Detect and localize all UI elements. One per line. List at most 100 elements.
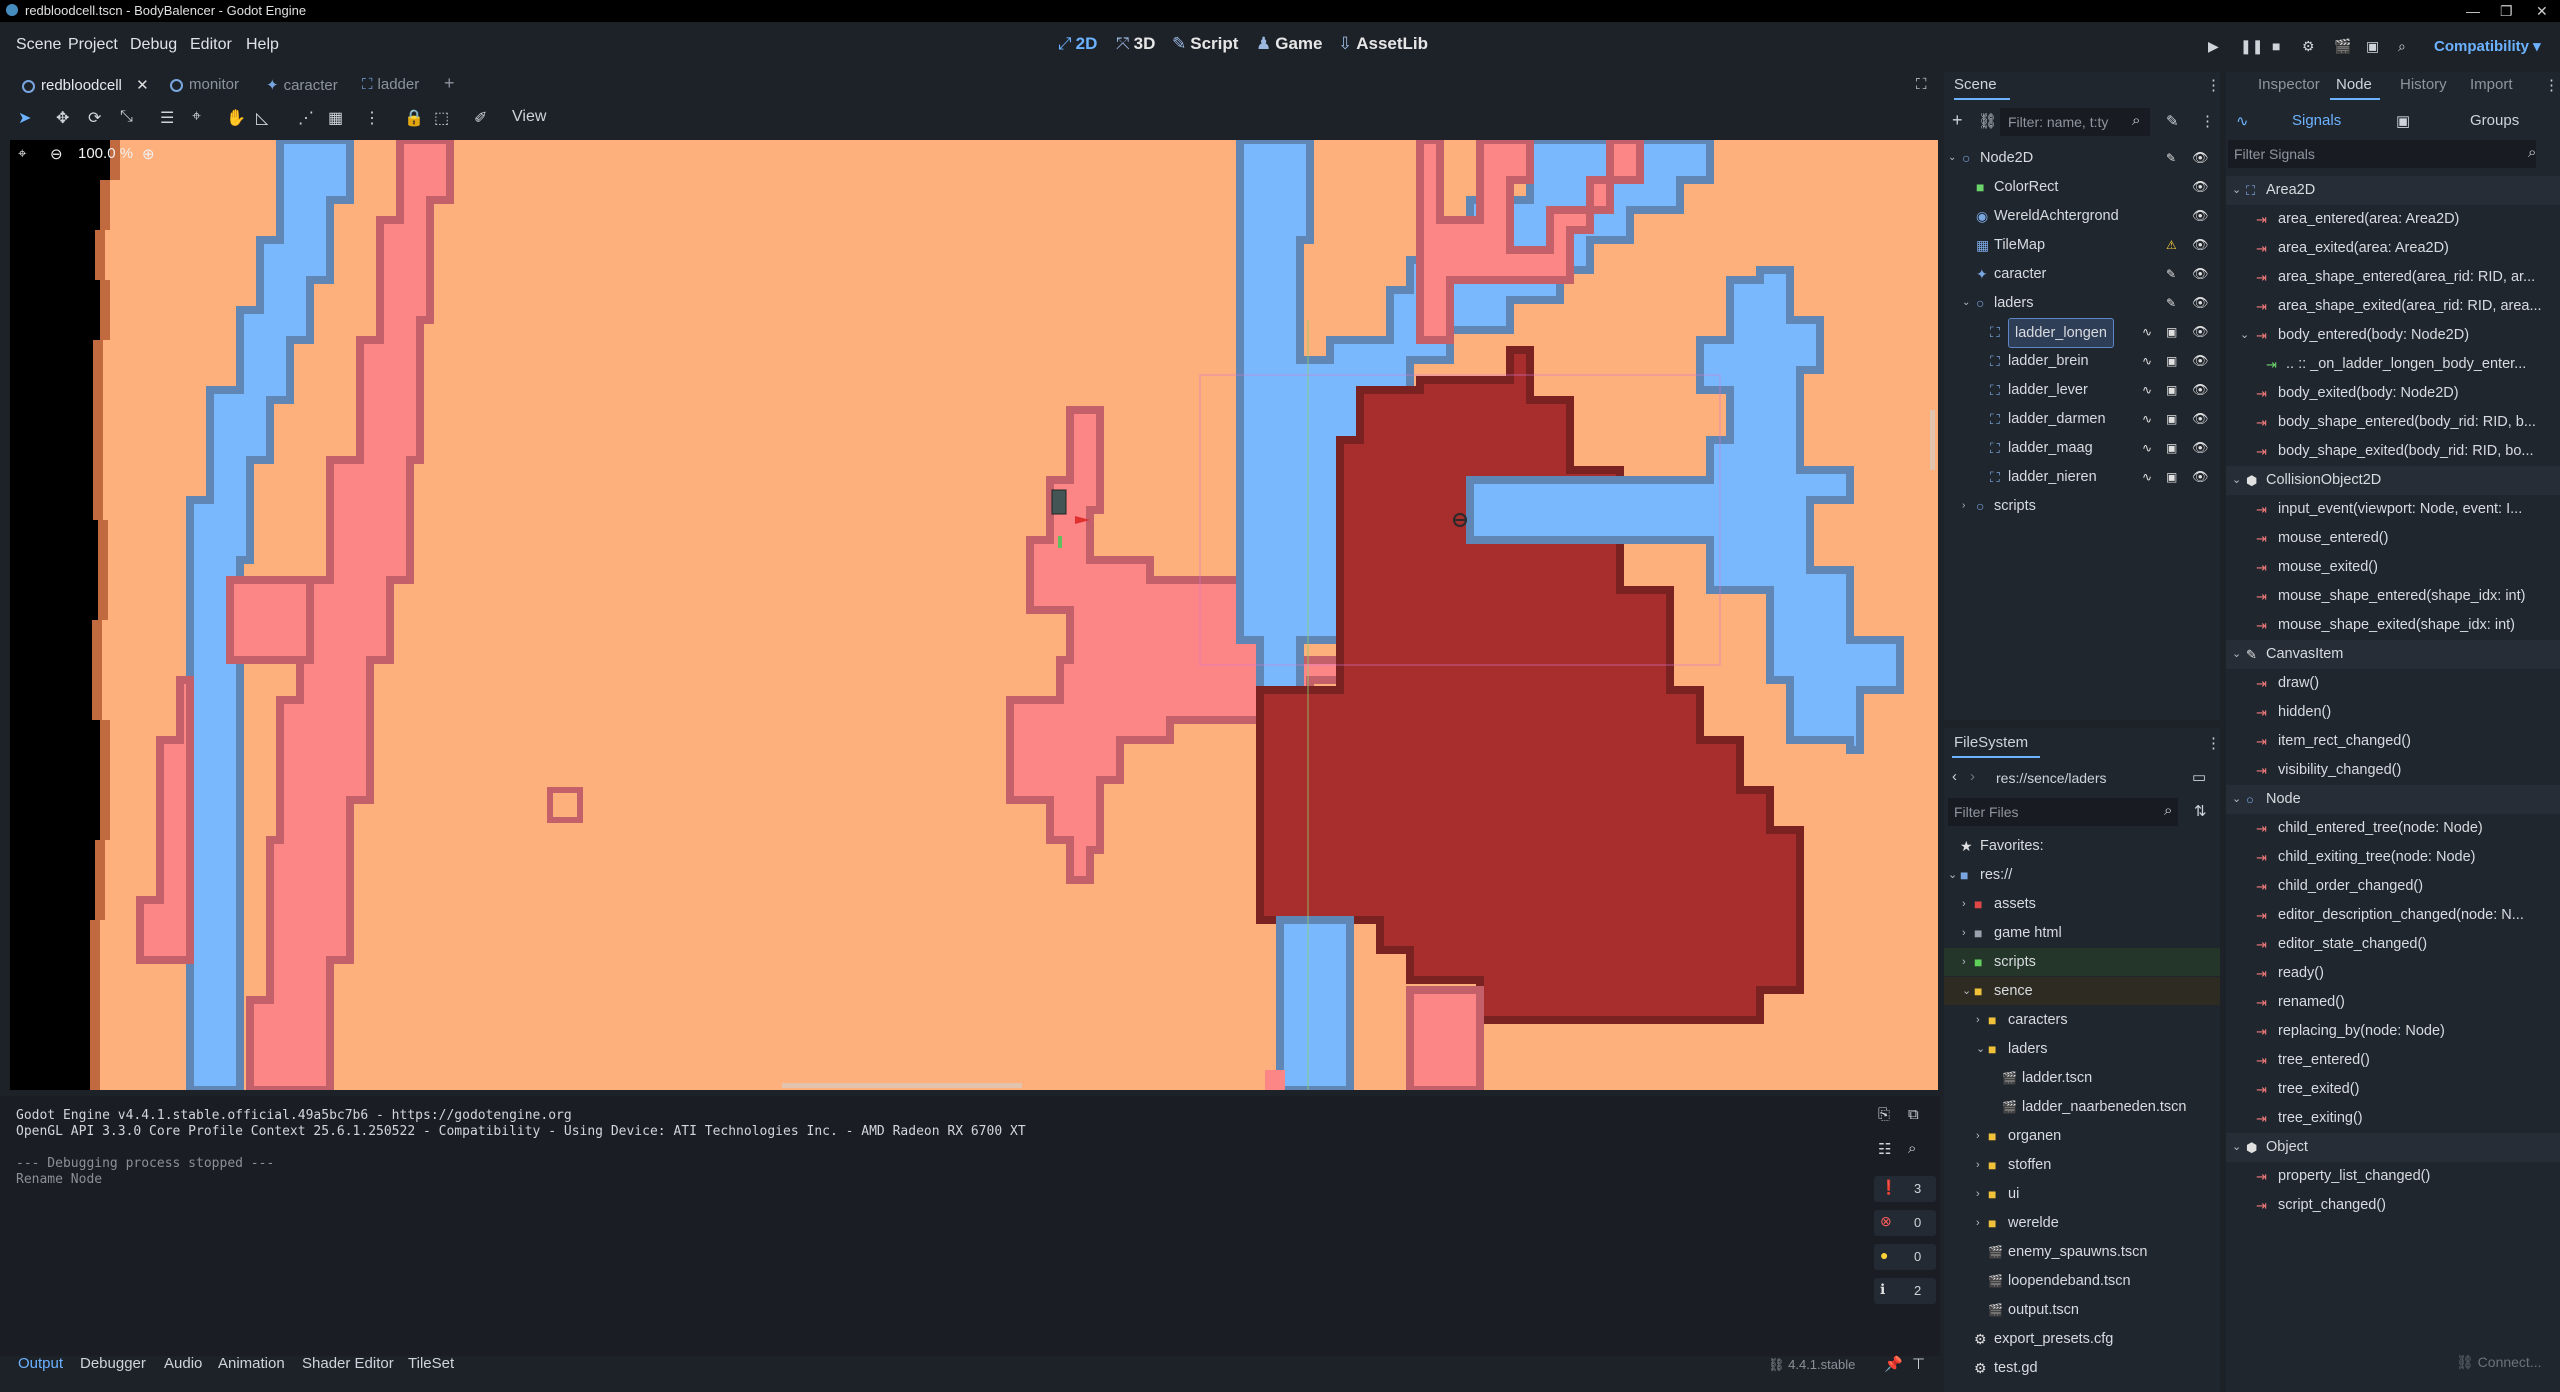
file-tree-item[interactable]: 🎬 ladder.tscn (1944, 1064, 2220, 1092)
group-icon[interactable]: ⬚ (434, 108, 449, 128)
visibility-eye-icon[interactable]: 👁 (2192, 173, 2209, 201)
copy-icon[interactable]: ⎘ (1878, 1106, 1890, 1123)
play-custom-icon[interactable]: ⌕ (2398, 38, 2406, 55)
signals-icon[interactable]: ∿ (2142, 434, 2152, 462)
visibility-eye-icon[interactable]: 👁 (2192, 405, 2209, 433)
signals-icon[interactable]: ∿ (2142, 318, 2152, 346)
chevron-right-icon[interactable]: › (1962, 919, 1966, 947)
path-field[interactable]: res://sence/laders (1996, 770, 2107, 786)
file-tree-item[interactable]: 🎬 enemy_spauwns.tscn (1944, 1238, 2220, 1266)
remote-debug-icon[interactable]: ⚙ (2302, 38, 2315, 55)
file-tree-item[interactable]: › ■ assets (1944, 890, 2220, 918)
signal-item[interactable]: ⇥ body_shape_exited(body_rid: RID, bo... (2226, 437, 2560, 466)
workspace-2d[interactable]: ⤢ 2D (1058, 34, 1097, 54)
file-tree-item[interactable]: ⌄ ■ sence (1944, 977, 2220, 1005)
chevron-down-icon[interactable]: ⌄ (2232, 176, 2241, 205)
warning-icon[interactable]: ⚠ (2166, 231, 2177, 259)
zoom-in-icon[interactable]: ⊕ (142, 145, 155, 163)
visibility-eye-icon[interactable]: 👁 (2192, 231, 2209, 259)
menu-help[interactable]: Help (246, 36, 279, 54)
signal-item[interactable]: ⇥ ready() (2226, 959, 2560, 988)
signal-item[interactable]: ⇥ hidden() (2226, 698, 2560, 727)
scene-tree-item[interactable]: ⛶ ladder_nieren ∿ ▣ 👁 (1944, 463, 2220, 491)
file-tree-item[interactable]: › ■ organen (1944, 1122, 2220, 1150)
tab-groups[interactable]: Groups (2470, 112, 2519, 129)
script-icon[interactable]: ✎ (2166, 289, 2176, 317)
filesystem-filter-input[interactable] (1948, 798, 2178, 826)
back-icon[interactable]: ‹ (1952, 768, 1957, 785)
file-tree-item[interactable]: › ■ game html (1944, 919, 2220, 947)
visibility-eye-icon[interactable]: 👁 (2192, 144, 2209, 172)
signal-item[interactable]: ⇥ draw() (2226, 669, 2560, 698)
more-options-icon[interactable]: ⋮ (364, 108, 380, 128)
errors-toggle[interactable]: ⊗ 0 (1874, 1210, 1936, 1236)
chevron-right-icon[interactable]: › (1976, 1209, 1980, 1237)
chevron-right-icon[interactable]: › (1962, 890, 1966, 918)
selectable-list-icon[interactable]: ☰ (160, 108, 174, 128)
scene-tree-item[interactable]: ⛶ ladder_brein ∿ ▣ 👁 (1944, 347, 2220, 375)
play-icon[interactable]: ▶ (2208, 38, 2219, 55)
signal-item[interactable]: ⇥ renamed() (2226, 988, 2560, 1017)
grid-snap-icon[interactable]: ▦ (328, 108, 343, 128)
instance-icon[interactable]: ▣ (2166, 347, 2177, 375)
chevron-down-icon[interactable]: ⌄ (2232, 640, 2241, 669)
zoom-level[interactable]: 100.0 % (78, 145, 133, 162)
movie-icon[interactable]: 🎬 (2334, 38, 2351, 55)
menu-project[interactable]: Project (68, 36, 118, 54)
split-mode-icon[interactable]: ▭ (2192, 768, 2206, 786)
workspace-assetlib[interactable]: ⇩ AssetLib (1338, 34, 1428, 54)
center-view-icon[interactable]: ⌖ (18, 145, 26, 162)
minimize-icon[interactable]: — (2466, 0, 2480, 22)
move-tool-icon[interactable]: ✥ (56, 108, 69, 128)
signal-item[interactable]: ⇥ area_entered(area: Area2D) (2226, 205, 2560, 234)
chevron-down-icon[interactable]: ⌄ (2232, 1133, 2241, 1162)
chevron-down-icon[interactable]: ⌄ (1948, 861, 1957, 889)
signal-item[interactable]: ⇥ property_list_changed() (2226, 1162, 2560, 1191)
smart-snap-icon[interactable]: ⋰ (298, 108, 314, 128)
tab-ladder[interactable]: ⛶ ladder (362, 76, 419, 93)
chevron-right-icon[interactable]: › (1976, 1006, 1980, 1034)
clear-icon[interactable]: ⧉ (1908, 1106, 1919, 1123)
tab-import[interactable]: Import (2470, 76, 2513, 93)
chevron-right-icon[interactable]: › (1962, 492, 1965, 520)
scene-tree-item[interactable]: ◉ WereldAchtergrond 👁 (1944, 202, 2220, 230)
view-menu-button[interactable]: View (512, 108, 546, 126)
file-tree-item[interactable]: › ■ scripts (1944, 948, 2220, 976)
chevron-down-icon[interactable]: ⌄ (1948, 144, 1956, 172)
scale-tool-icon[interactable]: ⤡ (120, 108, 133, 126)
file-tree-item[interactable]: › ■ caracters (1944, 1006, 2220, 1034)
instance-icon[interactable]: ▣ (2166, 318, 2177, 346)
link-icon[interactable]: ⛓ (1978, 112, 1997, 130)
rotate-tool-icon[interactable]: ⟳ (88, 108, 101, 128)
signals-icon[interactable]: ∿ (2142, 347, 2152, 375)
chevron-right-icon[interactable]: › (1976, 1180, 1980, 1208)
signal-item[interactable]: ⇥ mouse_shape_entered(shape_idx: int) (2226, 582, 2560, 611)
scene-tree-item[interactable]: ⛶ ladder_lever ∿ ▣ 👁 (1944, 376, 2220, 404)
lock-icon[interactable]: 🔒 (404, 108, 424, 128)
tab-signals[interactable]: Signals (2292, 112, 2341, 129)
file-tree-item[interactable]: 🎬 output.tscn (1944, 1296, 2220, 1324)
signal-item[interactable]: ⇥ input_event(viewport: Node, event: I... (2226, 495, 2560, 524)
scene-tree-item[interactable]: ■ ColorRect 👁 (1944, 173, 2220, 201)
workspace-3d[interactable]: ⤧ 3D (1116, 34, 1155, 54)
signal-class-header[interactable]: ⌄ ⛶ Area2D (2226, 176, 2560, 205)
tab-node[interactable]: Node (2336, 76, 2372, 93)
forward-icon[interactable]: › (1970, 768, 1975, 785)
signal-item[interactable]: ⌄ ⇥ body_entered(body: Node2D) (2226, 321, 2560, 350)
maximize-icon[interactable]: ❐ (2500, 0, 2513, 22)
bone-icon[interactable]: ✐ (474, 108, 487, 128)
visibility-eye-icon[interactable]: 👁 (2192, 376, 2209, 404)
pan-tool-icon[interactable]: ✋ (226, 108, 246, 128)
warnings-toggle[interactable]: ● 0 (1874, 1244, 1936, 1270)
chevron-down-icon[interactable]: ⌄ (1976, 1035, 1985, 1063)
signal-item[interactable]: ⇥ child_entered_tree(node: Node) (2226, 814, 2560, 843)
signal-item[interactable]: ⇥ mouse_exited() (2226, 553, 2560, 582)
more-icon[interactable]: ⋮ (2200, 112, 2215, 130)
file-tree-item[interactable]: ⌄ ■ laders (1944, 1035, 2220, 1063)
horizontal-scrollbar[interactable] (782, 1083, 1022, 1088)
select-tool-icon[interactable]: ➤ (18, 108, 31, 128)
signals-icon[interactable]: ∿ (2142, 463, 2152, 491)
signal-item[interactable]: ⇥ body_exited(body: Node2D) (2226, 379, 2560, 408)
signal-item[interactable]: ⇥ item_rect_changed() (2226, 727, 2560, 756)
signal-item[interactable]: ⇥ tree_entered() (2226, 1046, 2560, 1075)
